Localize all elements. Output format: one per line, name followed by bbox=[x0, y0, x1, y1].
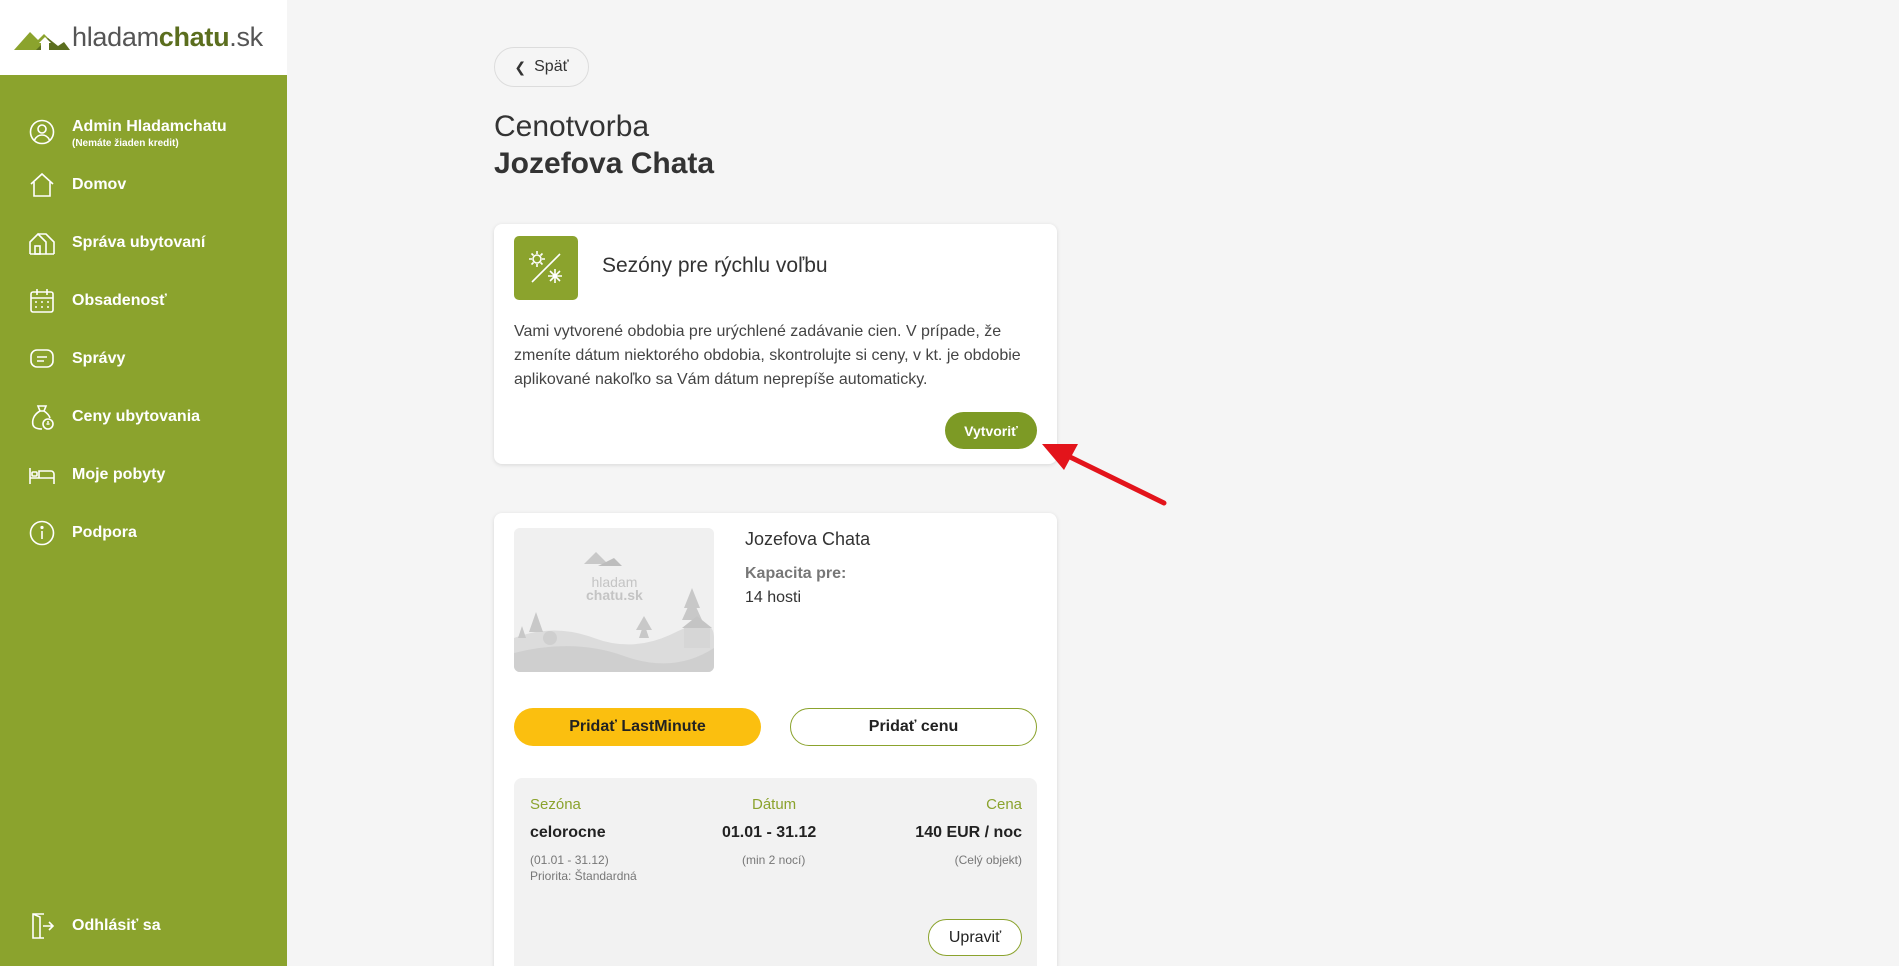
chevron-left-icon: ❮ bbox=[514, 58, 527, 75]
season-date: 01.01 - 31.12 bbox=[722, 824, 817, 841]
sidebar-item-domov[interactable]: Domov bbox=[0, 165, 287, 205]
calendar-icon bbox=[28, 287, 56, 315]
property-placeholder-image: hladam chatu.sk bbox=[514, 528, 714, 672]
placeholder-logo-text: hladam chatu.sk bbox=[586, 574, 643, 603]
season-range: (01.01 - 31.12) bbox=[530, 853, 609, 867]
logo-mountain-icon bbox=[14, 31, 70, 50]
sidebar-item-label: Obsadenosť bbox=[72, 292, 167, 309]
seasons-title: Sezóny pre rýchlu voľbu bbox=[602, 254, 828, 277]
user-icon bbox=[28, 118, 56, 146]
season-price: 140 EUR / noc bbox=[915, 824, 1022, 841]
season-name: celorocne bbox=[530, 824, 606, 841]
page-title: Cenotvorba bbox=[494, 110, 650, 143]
sidebar-item-sprava-ubytovani[interactable]: Správa ubytovaní bbox=[0, 223, 287, 263]
back-label: Späť bbox=[534, 58, 569, 75]
property-card: hladam chatu.sk Jozefova Chata Kapacita p… bbox=[494, 513, 1057, 966]
logout-icon bbox=[28, 912, 56, 940]
user-credit: (Nemáte žiaden kredit) bbox=[72, 138, 179, 149]
sidebar-item-podpora[interactable]: Podpora bbox=[0, 513, 287, 553]
money-bag-icon bbox=[28, 403, 56, 431]
edit-price-button[interactable]: Upraviť bbox=[928, 919, 1022, 956]
add-lastminute-button[interactable]: Pridať LastMinute bbox=[514, 708, 761, 746]
sidebar-user-profile[interactable]: Admin Hladamchatu (Nemáte žiaden kredit) bbox=[0, 112, 287, 152]
home-icon bbox=[28, 171, 56, 199]
capacity-value: 14 hosti bbox=[745, 589, 802, 606]
user-name: Admin Hladamchatu bbox=[72, 118, 227, 135]
bed-icon bbox=[28, 461, 56, 489]
sidebar-item-label: Podpora bbox=[72, 524, 137, 541]
seasons-sun-snow-icon bbox=[514, 236, 578, 300]
sidebar-item-label: Ceny ubytovania bbox=[72, 408, 201, 425]
price-table: Sezóna Dátum Cena celorocne 01.01 - 31.1… bbox=[514, 778, 1037, 966]
houses-icon bbox=[28, 229, 56, 257]
logout-label: Odhlásiť sa bbox=[72, 917, 161, 934]
page-subtitle: Jozefova Chata bbox=[494, 147, 715, 180]
logo[interactable]: hladamchatu.sk bbox=[0, 0, 287, 75]
message-icon bbox=[28, 345, 56, 373]
capacity-label: Kapacita pre: bbox=[745, 565, 847, 582]
logo-text: hladamchatu.sk bbox=[72, 22, 263, 52]
header-date: Dátum bbox=[752, 796, 797, 813]
info-icon bbox=[28, 519, 56, 547]
header-season: Sezóna bbox=[530, 796, 581, 813]
annotation-arrow-icon bbox=[1042, 444, 1167, 506]
min-nights: (min 2 nocí) bbox=[742, 853, 806, 867]
logout-button[interactable]: Odhlásiť sa bbox=[0, 906, 287, 946]
seasons-description: Vami vytvorené obdobia pre urýchlené zad… bbox=[514, 323, 1021, 388]
season-priority: Priorita: Štandardná bbox=[530, 869, 637, 883]
sidebar-item-label: Správy bbox=[72, 350, 126, 367]
sidebar-item-label: Domov bbox=[72, 176, 127, 193]
sidebar-item-obsadenost[interactable]: Obsadenosť bbox=[0, 281, 287, 321]
sidebar-item-moje-pobyty[interactable]: Moje pobyty bbox=[0, 455, 287, 495]
sidebar-item-spravy[interactable]: Správy bbox=[0, 339, 287, 379]
add-price-button[interactable]: Pridať cenu bbox=[790, 708, 1037, 746]
create-season-button[interactable]: Vytvoriť bbox=[945, 412, 1037, 449]
price-scope: (Celý objekt) bbox=[954, 853, 1022, 867]
header-price: Cena bbox=[986, 796, 1022, 813]
sidebar-item-label: Správa ubytovaní bbox=[72, 234, 206, 251]
back-button[interactable]: ❮ Späť bbox=[494, 47, 589, 87]
sidebar-item-ceny-ubytovania[interactable]: Ceny ubytovania bbox=[0, 397, 287, 437]
sidebar-item-label: Moje pobyty bbox=[72, 466, 166, 483]
property-name: Jozefova Chata bbox=[745, 529, 871, 549]
sidebar: hladamchatu.sk Admin Hladamchatu (Nemáte… bbox=[0, 0, 287, 966]
seasons-card: Sezóny pre rýchlu voľbu Vami vytvorené o… bbox=[494, 224, 1057, 464]
